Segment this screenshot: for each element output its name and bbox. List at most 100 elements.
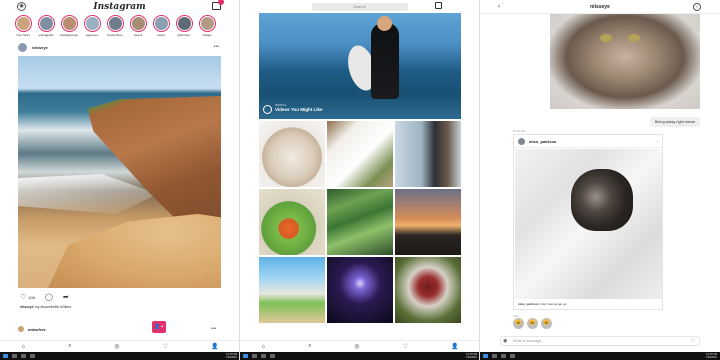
caption-username[interactable]: niisseye bbox=[20, 305, 34, 309]
back-arrow-icon[interactable]: ‹ bbox=[498, 4, 500, 10]
camera-icon[interactable]: ◉ bbox=[503, 338, 507, 344]
story-item[interactable]: steev3 bbox=[127, 15, 149, 40]
app-screens: ◉ Instagram Your Story joshtagelist hash… bbox=[0, 0, 720, 360]
next-post-username[interactable]: mtwofrev bbox=[28, 327, 46, 332]
taskbar: 10:30 AM 7/19/2016 bbox=[0, 352, 239, 360]
camera-icon[interactable]: ◉ bbox=[17, 2, 26, 11]
more-options-icon[interactable]: ••• bbox=[214, 44, 219, 50]
windows-start-icon[interactable] bbox=[3, 354, 8, 358]
story-ring bbox=[106, 15, 124, 32]
search-icon[interactable]: ⌕ bbox=[68, 343, 71, 350]
composer-placeholder[interactable]: Write a message... bbox=[513, 339, 545, 343]
taskbar-app-icon[interactable] bbox=[261, 354, 266, 358]
app-title: Instagram bbox=[93, 2, 146, 12]
video-subtitle: WATCH bbox=[275, 103, 286, 107]
taskbar: 10:30 AM 7/19/2016 bbox=[480, 352, 720, 360]
story-name: yaguesoo bbox=[85, 33, 99, 37]
grid-photo-portrait[interactable] bbox=[395, 121, 461, 187]
story-item[interactable]: joshtagelist bbox=[35, 15, 57, 40]
taskbar-app-icon[interactable] bbox=[12, 354, 17, 358]
grid-photo-fireworks[interactable] bbox=[327, 257, 393, 323]
grid-photo-food[interactable] bbox=[395, 257, 461, 323]
heart-icon[interactable]: ♡ bbox=[691, 338, 695, 344]
avatar bbox=[200, 17, 214, 30]
share-icon[interactable]: ➦ bbox=[63, 294, 69, 301]
story-name: kayla bbox=[157, 33, 165, 37]
search-icon[interactable]: ⌕ bbox=[308, 343, 311, 350]
story-item[interactable]: Your Story bbox=[12, 15, 34, 40]
story-item[interactable]: yaguesoo bbox=[81, 15, 103, 40]
message-timestamp: 10:30 AM bbox=[513, 129, 525, 133]
home-icon[interactable]: ⌂ bbox=[261, 344, 265, 350]
taskbar-clock[interactable]: 10:30 AM 7/19/2016 bbox=[465, 353, 477, 359]
post-username[interactable]: niisseye bbox=[32, 45, 48, 50]
caption-username[interactable]: miso_patrison bbox=[518, 302, 539, 306]
video-label: WATCH Videos You Might Like bbox=[275, 103, 323, 112]
taskbar-app-icon[interactable] bbox=[492, 354, 497, 358]
story-item[interactable]: hashtagmvgs bbox=[58, 15, 80, 40]
surfer bbox=[371, 23, 399, 99]
cat-on-bed bbox=[571, 169, 633, 231]
heart-icon[interactable]: ♡ bbox=[403, 343, 408, 350]
taskbar-clock[interactable]: 10:30 AM 7/19/2016 bbox=[705, 353, 717, 359]
shared-post-photo[interactable] bbox=[515, 149, 662, 299]
avatar[interactable] bbox=[18, 326, 24, 332]
add-follower-button[interactable]: 👤+ bbox=[152, 321, 166, 333]
home-icon[interactable]: ⌂ bbox=[21, 344, 25, 350]
info-icon[interactable]: i bbox=[693, 3, 701, 11]
profile-icon[interactable]: 👤 bbox=[451, 343, 458, 350]
message-composer[interactable]: ◉ Write a message... ♡ bbox=[500, 336, 700, 346]
taskbar-app-icon[interactable] bbox=[252, 354, 257, 358]
grid-photo-sketchbook[interactable] bbox=[327, 121, 393, 187]
story-item[interactable]: imtiago bbox=[196, 15, 218, 40]
direct-inbox-icon[interactable] bbox=[435, 2, 442, 9]
caption-text: I don't wanna get up bbox=[539, 302, 567, 306]
explore-grid bbox=[259, 121, 461, 323]
story-item[interactable]: jkjohnson bbox=[173, 15, 195, 40]
grid-photo-plants[interactable] bbox=[327, 189, 393, 255]
comment-icon[interactable]: ◯ bbox=[45, 294, 53, 301]
camera-icon[interactable]: ◎ bbox=[354, 343, 359, 350]
story-item[interactable]: beckyshine bbox=[104, 15, 126, 40]
taskbar-clock[interactable]: 10:30 AM 7/19/2016 bbox=[225, 353, 237, 359]
play-icon[interactable] bbox=[263, 105, 272, 114]
grid-photo-balloon[interactable] bbox=[259, 189, 325, 255]
windows-start-icon[interactable] bbox=[243, 354, 248, 358]
shared-post-username[interactable]: miso_patrison bbox=[529, 139, 556, 144]
grid-photo-dog[interactable] bbox=[259, 121, 325, 187]
story-name: imtiago bbox=[202, 33, 212, 37]
grid-photo-beach[interactable] bbox=[259, 257, 325, 323]
taskbar-date: 7/19/2016 bbox=[705, 356, 717, 359]
more-options-icon[interactable]: ••• bbox=[211, 326, 216, 332]
avatar[interactable] bbox=[18, 42, 27, 52]
post-photo[interactable] bbox=[18, 56, 221, 288]
like-heart-icon[interactable]: ♡ bbox=[20, 294, 26, 301]
taskbar-app-icon[interactable] bbox=[501, 354, 506, 358]
shared-cat-photo[interactable] bbox=[550, 14, 700, 109]
direct-panel: ‹ niisseye i Being sassy right meow 10:3… bbox=[480, 0, 720, 360]
avatar[interactable] bbox=[518, 137, 525, 145]
taskbar-app-icon[interactable] bbox=[30, 354, 35, 358]
heart-icon[interactable]: ♡ bbox=[163, 343, 168, 350]
story-item[interactable]: kayla bbox=[150, 15, 172, 40]
avatar bbox=[108, 17, 122, 30]
explore-topbar: Search bbox=[240, 0, 479, 13]
featured-video[interactable]: WATCH Videos You Might Like bbox=[259, 13, 461, 119]
search-input[interactable]: Search bbox=[311, 2, 408, 11]
chevron-right-icon[interactable]: › bbox=[657, 139, 658, 144]
shared-post-card[interactable]: miso_patrison › miso_patrison I don't wa… bbox=[513, 134, 663, 310]
taskbar-app-icon[interactable] bbox=[21, 354, 26, 358]
message-bubble[interactable]: Being sassy right meow bbox=[649, 117, 700, 127]
profile-icon[interactable]: 👤 bbox=[211, 343, 218, 350]
next-post-header: mtwofrev ••• bbox=[18, 324, 216, 334]
windows-start-icon[interactable] bbox=[483, 354, 488, 358]
story-name: jkjohnson bbox=[177, 33, 191, 37]
story-ring bbox=[152, 15, 170, 32]
grid-photo-sunset[interactable] bbox=[395, 189, 461, 255]
taskbar-date: 7/19/2016 bbox=[225, 356, 237, 359]
taskbar-app-icon[interactable] bbox=[510, 354, 515, 358]
taskbar-date: 7/19/2016 bbox=[465, 356, 477, 359]
taskbar-app-icon[interactable] bbox=[270, 354, 275, 358]
direct-inbox-icon[interactable] bbox=[212, 0, 224, 10]
camera-icon[interactable]: ◎ bbox=[114, 343, 119, 350]
